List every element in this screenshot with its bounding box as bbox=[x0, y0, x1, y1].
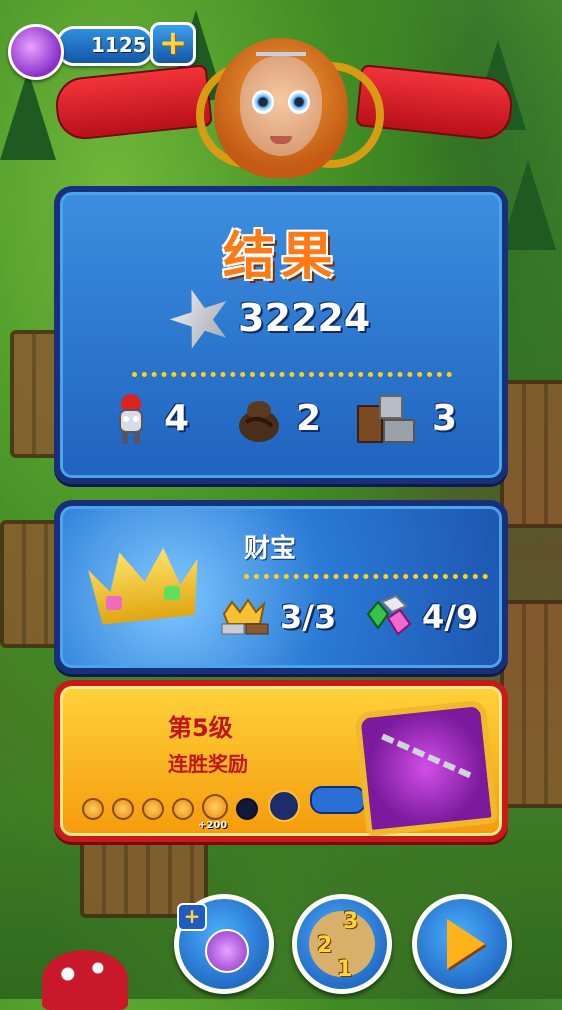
wooden-crate bbox=[500, 380, 562, 528]
dotted-divider bbox=[132, 372, 452, 377]
results-panel: 结果 32224 4 2 3 bbox=[54, 186, 508, 484]
gem-count: 1125 bbox=[91, 33, 147, 57]
silver-star-icon bbox=[162, 280, 240, 358]
treasure-title: 财宝 bbox=[244, 534, 297, 564]
map-number: 1 bbox=[337, 957, 353, 982]
ribbon-left bbox=[53, 64, 213, 142]
crowns-count: 3/3 bbox=[280, 598, 337, 636]
knight-count: 4 bbox=[164, 398, 190, 439]
gems-icon bbox=[366, 594, 412, 636]
pine-tree bbox=[0, 70, 56, 160]
key-icon bbox=[310, 786, 366, 814]
stone-block-icon bbox=[357, 395, 415, 443]
tiara-icon bbox=[256, 36, 306, 56]
progress-pip-empty bbox=[236, 798, 258, 820]
add-gems-button[interactable]: + bbox=[150, 22, 196, 66]
play-button[interactable] bbox=[412, 894, 512, 994]
crowns-icon bbox=[221, 598, 269, 635]
princess-portrait bbox=[214, 28, 348, 178]
progress-pip-filled bbox=[172, 798, 194, 820]
mushroom bbox=[42, 950, 128, 1010]
coal-sack-icon bbox=[239, 401, 279, 442]
map-number: 3 bbox=[343, 909, 359, 934]
treasure-panel: 财宝 3/3 4/9 bbox=[54, 500, 508, 674]
reward-subtitle: 连胜奖励 bbox=[168, 752, 248, 776]
map-number: 2 bbox=[317, 933, 333, 958]
potion-bottle-icon bbox=[8, 24, 64, 80]
progress-pip-filled bbox=[142, 798, 164, 820]
portrait-face bbox=[240, 56, 322, 156]
streak-reward-panel: 第5级 连胜奖励 +200 bbox=[54, 680, 508, 842]
wooden-crate bbox=[500, 600, 562, 808]
map-button[interactable]: 3 2 1 bbox=[292, 894, 392, 994]
gems-count: 4/9 bbox=[422, 598, 479, 636]
reward-level: 第5级 bbox=[168, 714, 233, 742]
gem-counter: 1125 bbox=[56, 26, 154, 66]
progress-pip-filled bbox=[82, 798, 104, 820]
pine-tree bbox=[500, 160, 556, 250]
buy-potion-button[interactable]: + bbox=[174, 894, 274, 994]
score-value: 32224 bbox=[238, 296, 371, 340]
plus-icon: + bbox=[158, 23, 188, 63]
portrait-mouth bbox=[270, 136, 292, 144]
portrait-eye bbox=[288, 90, 310, 114]
stone-count: 3 bbox=[432, 398, 458, 439]
golden-crown-icon bbox=[87, 544, 204, 625]
dotted-divider bbox=[244, 574, 488, 579]
play-icon bbox=[447, 919, 485, 969]
pink-gem-icon bbox=[106, 596, 122, 610]
potion-bonus: +200 bbox=[198, 820, 228, 831]
knight-icon bbox=[119, 394, 143, 444]
progress-pip-current bbox=[202, 794, 228, 820]
plus-icon: + bbox=[177, 903, 207, 931]
mini-chest-icon bbox=[268, 790, 300, 822]
portrait-eye bbox=[252, 90, 274, 114]
green-gem-icon bbox=[164, 586, 180, 600]
potion-bottle-icon bbox=[205, 929, 249, 973]
coal-count: 2 bbox=[296, 398, 322, 439]
results-title: 结果 bbox=[222, 227, 339, 287]
chain-icon bbox=[375, 733, 472, 791]
purple-chest-icon bbox=[353, 699, 499, 837]
progress-pip-filled bbox=[112, 798, 134, 820]
